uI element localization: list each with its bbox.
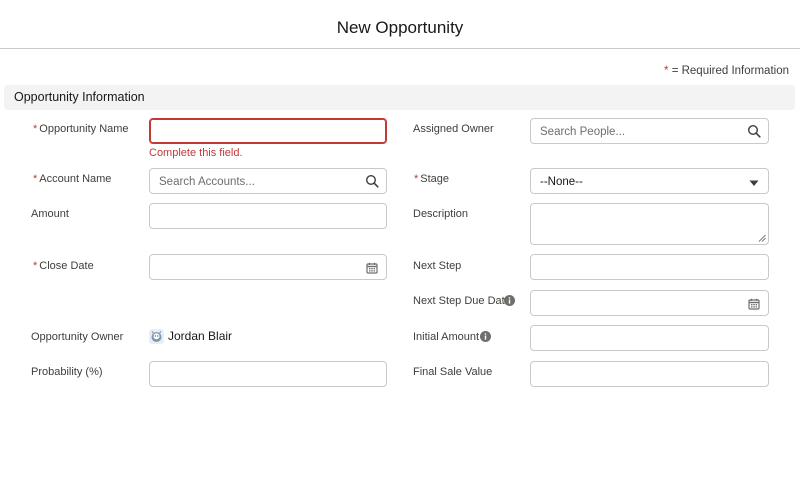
opportunity-owner-label: Opportunity Owner <box>31 331 124 343</box>
description-textarea[interactable] <box>530 203 769 245</box>
required-marker: * <box>33 173 38 185</box>
chevron-down-icon <box>749 180 759 186</box>
probability-input[interactable] <box>149 361 387 387</box>
opportunity-owner-link[interactable]: Jordan Blair <box>168 329 232 344</box>
opportunity-name-error: Complete this field. <box>149 147 243 159</box>
assigned-owner-lookup[interactable]: Search People... <box>530 118 769 144</box>
calendar-icon[interactable] <box>365 261 379 275</box>
final-sale-value-input[interactable] <box>530 361 769 387</box>
resize-handle-icon[interactable] <box>758 234 766 242</box>
search-icon[interactable] <box>365 174 379 188</box>
section-header[interactable]: Opportunity Information <box>4 85 795 110</box>
next-step-label: Next Step <box>413 260 462 272</box>
search-icon[interactable] <box>747 124 761 138</box>
stage-select[interactable]: --None-- <box>530 168 769 194</box>
stage-label: * Stage <box>414 173 450 185</box>
probability-label: Probability (%) <box>31 366 103 378</box>
info-icon[interactable] <box>504 295 515 306</box>
close-date-input[interactable] <box>149 254 387 280</box>
section-title: Opportunity Information <box>14 90 145 104</box>
next-step-input[interactable] <box>530 254 769 280</box>
required-legend-text: = Required Information <box>671 65 789 77</box>
required-marker: * <box>664 65 669 77</box>
amount-input[interactable] <box>149 203 387 229</box>
modal-header: New Opportunity <box>0 0 800 49</box>
account-name-lookup[interactable]: Search Accounts... <box>149 168 387 194</box>
opportunity-name-label: * Opportunity Name <box>33 123 129 135</box>
avatar[interactable] <box>149 329 164 344</box>
final-sale-value-label: Final Sale Value <box>413 366 493 378</box>
amount-label: Amount <box>31 208 69 220</box>
initial-amount-input[interactable] <box>530 325 769 351</box>
page-title: New Opportunity <box>336 18 464 37</box>
stage-selected-value: --None-- <box>540 176 583 188</box>
required-marker: * <box>33 123 38 135</box>
opportunity-name-input[interactable] <box>149 118 387 144</box>
initial-amount-label: Initial Amount <box>413 331 480 343</box>
required-marker: * <box>33 260 38 272</box>
description-label: Description <box>413 208 469 220</box>
calendar-icon[interactable] <box>747 297 761 311</box>
close-date-label: * Close Date <box>33 260 94 272</box>
account-name-label: * Account Name <box>33 173 112 185</box>
required-marker: * <box>414 173 419 185</box>
assigned-owner-label: Assigned Owner <box>413 123 494 135</box>
info-icon[interactable] <box>480 331 491 342</box>
account-name-placeholder: Search Accounts... <box>159 176 255 188</box>
required-legend: * = Required Information <box>664 64 789 78</box>
assigned-owner-placeholder: Search People... <box>540 126 626 138</box>
next-step-due-date-label: Next Step Due Date <box>413 295 511 307</box>
next-step-due-date-input[interactable] <box>530 290 769 316</box>
